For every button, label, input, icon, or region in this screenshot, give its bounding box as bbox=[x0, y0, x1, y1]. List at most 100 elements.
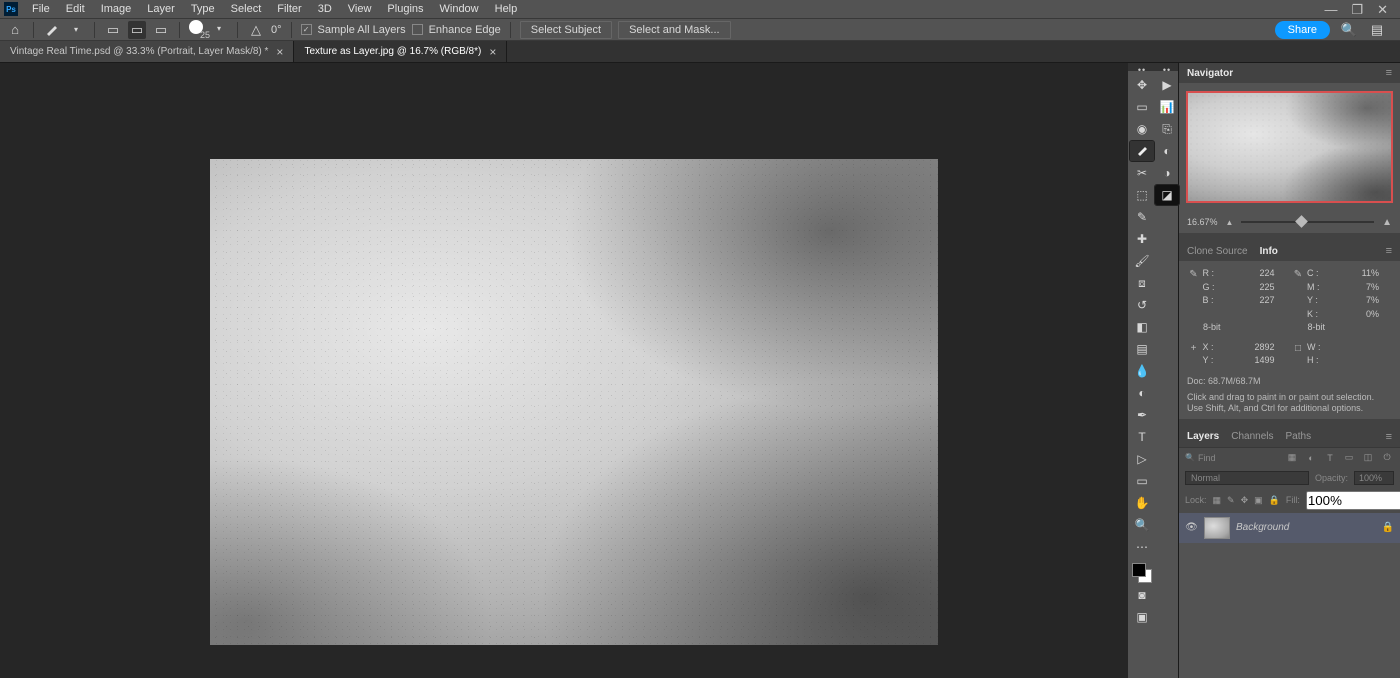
layer-name[interactable]: Background bbox=[1236, 522, 1376, 533]
eyedropper-tool[interactable]: ✎ bbox=[1130, 207, 1154, 227]
menu-3d[interactable]: 3D bbox=[310, 1, 340, 17]
brush-preview[interactable]: 25 ▾ bbox=[189, 20, 228, 40]
info-tab[interactable]: Info bbox=[1260, 246, 1278, 257]
paths-tab[interactable]: Paths bbox=[1286, 431, 1312, 442]
lock-icon[interactable]: 🔒 bbox=[1382, 522, 1394, 533]
workspace-icon[interactable]: ▤ bbox=[1368, 21, 1386, 39]
filter-toggle-icon[interactable]: ⏻ bbox=[1380, 451, 1394, 465]
move-tool[interactable]: ✥ bbox=[1130, 75, 1154, 95]
subtract-selection-icon[interactable]: ▭ bbox=[152, 21, 170, 39]
gradient-tool[interactable]: ▤ bbox=[1130, 339, 1154, 359]
navigator-tab[interactable]: Navigator bbox=[1187, 68, 1233, 79]
chevron-down-icon[interactable]: ▾ bbox=[67, 21, 85, 39]
panel-menu-icon[interactable]: ≡ bbox=[1386, 67, 1392, 79]
panel-handle-icon[interactable]: •• bbox=[1163, 65, 1171, 75]
select-subject-button[interactable]: Select Subject bbox=[520, 21, 612, 39]
history-brush-tool[interactable]: ↺ bbox=[1130, 295, 1154, 315]
color-swatches[interactable] bbox=[1132, 563, 1152, 583]
panel-menu-icon[interactable]: ≡ bbox=[1386, 431, 1392, 443]
frame-tool[interactable]: ⬚ bbox=[1130, 185, 1154, 205]
zoom-in-icon[interactable]: ▲ bbox=[1382, 217, 1392, 228]
close-icon[interactable]: × bbox=[489, 45, 496, 59]
foreground-color[interactable] bbox=[1132, 563, 1146, 577]
lock-all-icon[interactable]: 🔒 bbox=[1269, 494, 1280, 506]
menu-filter[interactable]: Filter bbox=[269, 1, 309, 17]
styles-panel-icon[interactable]: ◑ bbox=[1155, 163, 1179, 183]
type-tool[interactable]: T bbox=[1130, 427, 1154, 447]
layers-panel-header[interactable]: Layers Channels Paths ≡ bbox=[1179, 427, 1400, 447]
layers-tab[interactable]: Layers bbox=[1187, 431, 1219, 442]
layer-row[interactable]: 👁 Background 🔒 bbox=[1179, 513, 1400, 543]
enhance-edge-checkbox[interactable] bbox=[412, 24, 423, 35]
info-panel-header[interactable]: Clone Source Info ≡ bbox=[1179, 241, 1400, 261]
navigator-panel-header[interactable]: Navigator ≡ bbox=[1179, 63, 1400, 83]
menu-help[interactable]: Help bbox=[487, 1, 526, 17]
layer-search-input[interactable]: Find bbox=[1185, 453, 1280, 463]
document-tab[interactable]: Vintage Real Time.psd @ 33.3% (Portrait,… bbox=[0, 41, 294, 62]
close-icon[interactable]: ✕ bbox=[1377, 3, 1388, 16]
blend-mode-select[interactable]: Normal bbox=[1185, 471, 1309, 485]
filter-type-icon[interactable]: T bbox=[1323, 451, 1337, 465]
chevron-down-icon[interactable]: ▾ bbox=[210, 20, 228, 38]
quick-selection-tool[interactable] bbox=[1130, 141, 1154, 161]
zoom-slider[interactable] bbox=[1241, 221, 1374, 223]
menu-layer[interactable]: Layer bbox=[139, 1, 183, 17]
opacity-input[interactable] bbox=[1354, 471, 1394, 485]
home-icon[interactable]: ⌂ bbox=[6, 21, 24, 39]
dodge-tool[interactable]: ◐ bbox=[1130, 383, 1154, 403]
screen-mode-tool[interactable]: ▣ bbox=[1130, 607, 1154, 627]
zoom-out-icon[interactable]: ▲ bbox=[1226, 218, 1234, 227]
zoom-tool[interactable]: 🔍 bbox=[1130, 515, 1154, 535]
navigator-thumbnail[interactable] bbox=[1186, 91, 1393, 203]
quick-mask-tool[interactable]: ◙ bbox=[1130, 585, 1154, 605]
select-and-mask-button[interactable]: Select and Mask... bbox=[618, 21, 731, 39]
minimize-icon[interactable]: — bbox=[1324, 3, 1337, 16]
panel-handle-icon[interactable]: •• bbox=[1138, 65, 1146, 75]
canvas-area[interactable] bbox=[0, 63, 1128, 678]
add-selection-icon[interactable]: ▭ bbox=[128, 21, 146, 39]
tool-preset-icon[interactable] bbox=[43, 21, 61, 39]
filter-smart-icon[interactable]: ◫ bbox=[1361, 451, 1375, 465]
menu-type[interactable]: Type bbox=[183, 1, 223, 17]
menu-image[interactable]: Image bbox=[93, 1, 140, 17]
hand-tool[interactable]: ✋ bbox=[1130, 493, 1154, 513]
fill-input[interactable] bbox=[1306, 491, 1400, 510]
restore-icon[interactable]: ❐ bbox=[1351, 3, 1363, 16]
panel-menu-icon[interactable]: ≡ bbox=[1386, 245, 1392, 257]
lock-position-icon[interactable]: ✥ bbox=[1241, 494, 1249, 506]
menu-edit[interactable]: Edit bbox=[58, 1, 93, 17]
actions-panel-icon[interactable]: ▶ bbox=[1155, 75, 1179, 95]
libraries-panel-icon[interactable]: ◪ bbox=[1155, 185, 1179, 205]
clone-stamp-tool[interactable]: ⧈ bbox=[1130, 273, 1154, 293]
filter-adjust-icon[interactable]: ◐ bbox=[1304, 451, 1318, 465]
lock-artboard-icon[interactable]: ▣ bbox=[1254, 494, 1263, 506]
lock-transparent-icon[interactable]: ▦ bbox=[1213, 494, 1222, 506]
adjustments-panel-icon[interactable]: ◐ bbox=[1155, 141, 1179, 161]
healing-brush-tool[interactable]: ✚ bbox=[1130, 229, 1154, 249]
close-icon[interactable]: × bbox=[276, 45, 283, 59]
histogram-panel-icon[interactable]: 📊 bbox=[1155, 97, 1179, 117]
marquee-tool[interactable]: ▭ bbox=[1130, 97, 1154, 117]
edit-toolbar[interactable]: ⋯ bbox=[1130, 537, 1154, 557]
rectangle-tool[interactable]: ▭ bbox=[1130, 471, 1154, 491]
search-icon[interactable]: 🔍 bbox=[1340, 21, 1358, 39]
canvas-image[interactable] bbox=[210, 159, 938, 645]
sample-all-layers-checkbox[interactable]: ✓ bbox=[301, 24, 312, 35]
lock-image-icon[interactable]: ✎ bbox=[1227, 494, 1235, 506]
crop-tool[interactable]: ✂ bbox=[1130, 163, 1154, 183]
channels-tab[interactable]: Channels bbox=[1231, 431, 1273, 442]
clone-source-tab[interactable]: Clone Source bbox=[1187, 246, 1248, 257]
brush-tool[interactable]: 🖌 bbox=[1130, 251, 1154, 271]
layer-thumbnail[interactable] bbox=[1204, 517, 1230, 539]
new-selection-icon[interactable]: ▭ bbox=[104, 21, 122, 39]
menu-view[interactable]: View bbox=[340, 1, 380, 17]
path-selection-tool[interactable]: ▷ bbox=[1130, 449, 1154, 469]
menu-file[interactable]: File bbox=[24, 1, 58, 17]
menu-select[interactable]: Select bbox=[223, 1, 270, 17]
angle-value[interactable]: 0° bbox=[271, 24, 282, 36]
filter-pixel-icon[interactable]: ▦ bbox=[1285, 451, 1299, 465]
menu-window[interactable]: Window bbox=[432, 1, 487, 17]
properties-panel-icon[interactable]: ⎘ bbox=[1155, 119, 1179, 139]
blur-tool[interactable]: 💧 bbox=[1130, 361, 1154, 381]
visibility-icon[interactable]: 👁 bbox=[1185, 522, 1198, 533]
